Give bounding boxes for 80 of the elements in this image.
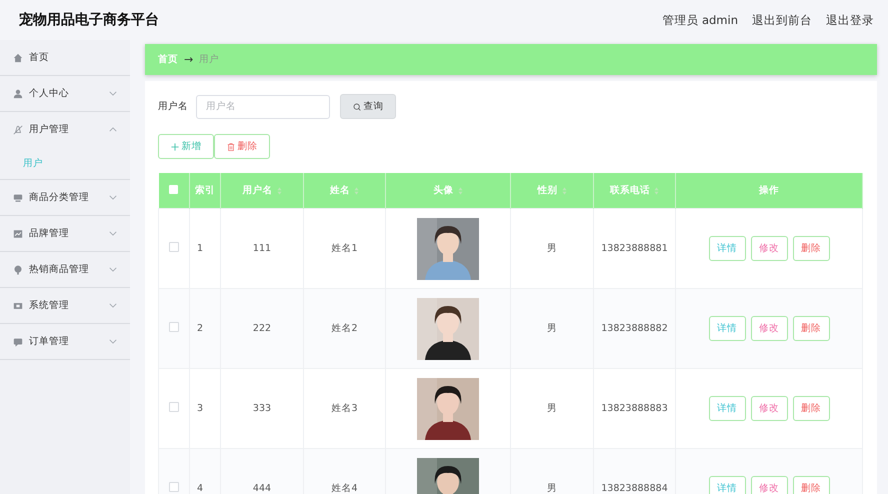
chevron-icon [109,195,117,200]
table-cell: 13823888881 [601,243,668,254]
menu-icon [13,52,23,62]
table-cell: 男 [547,483,557,494]
menu-item[interactable]: 个人中心 [0,76,130,112]
menu-icon [13,124,23,134]
row-checkbox[interactable] [169,402,179,412]
table-cell: 2 [197,323,204,334]
table-cell: 姓名1 [331,243,358,254]
table-cell: 13823888882 [601,323,668,334]
details-button[interactable]: 详情 [708,396,746,421]
table-cell: 姓名2 [331,323,358,334]
table-cell: 444 [252,483,272,494]
plus-icon [170,142,178,150]
select-all-checkbox[interactable] [169,184,178,194]
menu-item[interactable]: 系统管理 [0,288,130,324]
edit-button[interactable]: 修改 [750,396,788,421]
header-link[interactable]: 退出到前台 [752,12,812,28]
details-button[interactable]: 详情 [708,236,746,261]
edit-button[interactable]: 修改 [750,316,788,341]
menu-item[interactable]: 订单管理 [0,324,130,360]
menu-item[interactable]: 用户管理 [0,112,130,147]
chevron-icon [109,303,117,308]
table-cell: 3 [197,403,204,414]
sort-icon [276,186,282,194]
field-label: 用户名 [158,100,188,113]
menu-icon [13,192,23,202]
sort-icon [562,186,566,194]
chevron-icon [109,231,117,236]
row-checkbox[interactable] [169,482,179,492]
menu-icon [13,264,23,274]
menu-item[interactable]: 热销商品管理 [0,252,130,288]
details-button[interactable]: 详情 [708,476,746,494]
table-cell: 男 [547,323,557,334]
table-cell: 姓名4 [331,483,358,494]
delete-button[interactable]: 删除 [792,236,830,261]
username-field[interactable]: 用户名 [196,94,330,118]
details-button[interactable]: 详情 [708,316,746,341]
table-cell: 111 [252,243,272,254]
header-link[interactable]: 退出登录 [826,12,874,28]
add-button[interactable]: 新增 [158,134,214,159]
search-icon [352,102,360,110]
delete-button[interactable]: 删除 [792,316,830,341]
sort-icon [354,186,359,194]
table-cell: 男 [547,243,557,254]
delete-button[interactable]: 删除 [792,476,830,494]
breadcrumb-current: 用户 [199,53,220,66]
table-cell: 222 [252,323,272,334]
menu-icon [13,336,23,346]
chevron-icon [109,267,117,272]
chevron-icon [109,339,117,344]
menu-item[interactable]: 商品分类管理 [0,180,130,216]
breadcrumb-separator: → [184,53,194,66]
row-checkbox[interactable] [169,242,179,252]
sort-icon [654,186,659,194]
chevron-icon [109,91,117,96]
chevron-icon [109,127,117,132]
edit-button[interactable]: 修改 [750,236,788,261]
table-cell: 1 [197,243,204,254]
menu-icon [13,300,23,310]
menu-icon [13,88,23,98]
table-cell: 男 [547,403,557,414]
site-title: 宠物用品电子商务平台 [19,11,159,29]
header-link[interactable]: 管理员 admin [662,12,738,28]
sort-icon [458,186,462,194]
trash-icon [226,142,234,150]
delete-button[interactable]: 删除 [792,396,830,421]
submenu-item[interactable]: 用户 [0,147,130,180]
search-button[interactable]: 查询 [340,94,396,119]
table-cell: 姓名3 [331,403,358,414]
table-cell: 13823888883 [601,403,668,414]
table-cell: 333 [252,403,272,414]
menu-item[interactable]: 首页 [0,40,130,76]
menu-icon [13,228,23,238]
table-cell: 13823888884 [601,483,668,494]
table-cell: 4 [197,483,204,494]
delete-button[interactable]: 删除 [214,134,270,159]
edit-button[interactable]: 修改 [750,476,788,494]
menu-item[interactable]: 品牌管理 [0,216,130,252]
row-checkbox[interactable] [169,322,179,332]
